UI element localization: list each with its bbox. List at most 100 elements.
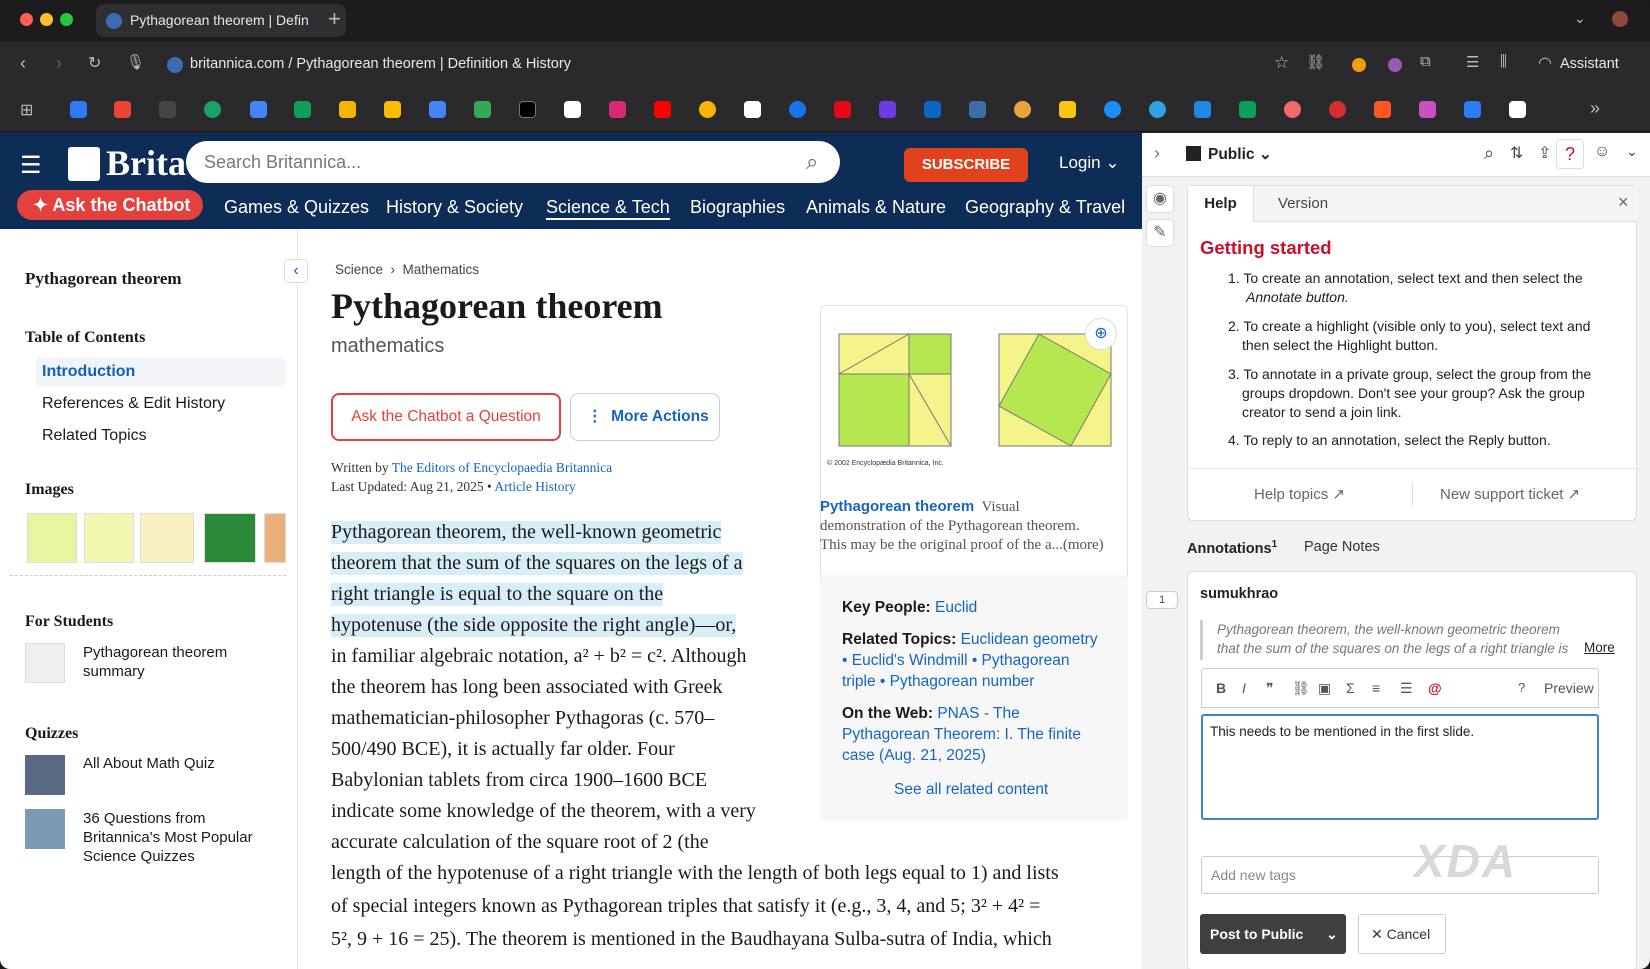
close-window-button[interactable] xyxy=(20,13,33,26)
zoom-window-button[interactable] xyxy=(60,13,73,26)
nav-history-society[interactable]: History & Society xyxy=(386,197,523,218)
student-item[interactable]: Pythagorean theorem summary xyxy=(83,643,263,681)
bookmark-icon[interactable] xyxy=(744,101,761,118)
key-people-link[interactable]: Euclid xyxy=(935,599,977,616)
bookmark-icon[interactable] xyxy=(789,101,806,118)
italic-icon[interactable]: I xyxy=(1242,680,1246,696)
more-bookmarks-icon[interactable]: » xyxy=(1590,98,1600,119)
back-icon[interactable]: ‹ xyxy=(20,53,26,74)
toc-item-introduction[interactable]: Introduction xyxy=(42,363,135,381)
nav-animals-nature[interactable]: Animals & Nature xyxy=(806,197,946,218)
post-to-public-button[interactable]: Post to Public ⌄ xyxy=(1200,914,1346,954)
preview-button[interactable]: Preview xyxy=(1544,680,1594,696)
quiz-thumbnail[interactable] xyxy=(25,809,65,849)
site-logo[interactable]: Brita xyxy=(106,142,186,184)
bookmark-icon[interactable] xyxy=(204,101,221,118)
bookmark-icon[interactable] xyxy=(114,101,131,118)
bookmark-icon[interactable] xyxy=(519,101,536,118)
bookmark-icon[interactable] xyxy=(384,101,401,118)
close-icon[interactable]: × xyxy=(1618,192,1629,213)
bookmark-icon[interactable] xyxy=(1014,101,1031,118)
annotation-count-badge[interactable]: 1 xyxy=(1146,591,1178,609)
menu-icon[interactable]: ☰ xyxy=(20,151,42,180)
bookmark-icon[interactable] xyxy=(70,101,87,118)
sort-icon[interactable]: ⇅ xyxy=(1510,143,1523,163)
quiz-thumbnail[interactable] xyxy=(25,755,65,795)
numbered-list-icon[interactable]: ≡ xyxy=(1372,680,1380,696)
annotation-user[interactable]: sumukhrao xyxy=(1200,586,1278,602)
nav-geography-travel[interactable]: Geography & Travel xyxy=(965,197,1125,218)
bookmark-icon[interactable] xyxy=(474,101,491,118)
bookmark-icon[interactable] xyxy=(429,101,446,118)
tab-version[interactable]: Version xyxy=(1278,195,1328,212)
chevron-down-icon[interactable]: ⌄ xyxy=(1326,914,1338,954)
link-icon[interactable]: ⛓ xyxy=(1306,53,1325,71)
link-icon[interactable]: ⛓ xyxy=(1292,680,1310,697)
help-topics-link[interactable]: Help topics ↗ xyxy=(1254,485,1345,503)
new-tab-icon[interactable]: + xyxy=(328,6,341,32)
collapse-sidebar-icon[interactable]: ‹ xyxy=(284,259,308,283)
bookmark-icon[interactable] xyxy=(969,101,986,118)
markdown-help-icon[interactable]: ? xyxy=(1518,680,1525,695)
bullet-list-icon[interactable]: ☰ xyxy=(1400,680,1413,697)
user-icon[interactable]: ☺ xyxy=(1594,143,1610,161)
bookmark-icon[interactable] xyxy=(1149,101,1166,118)
bookmark-icon[interactable] xyxy=(924,101,941,118)
breadcrumb-science[interactable]: Science xyxy=(335,262,383,277)
quiz-item[interactable]: All About Math Quiz xyxy=(83,755,215,772)
image-thumbnail[interactable] xyxy=(140,513,194,563)
cancel-button[interactable]: ✕ Cancel xyxy=(1358,914,1446,954)
bookmark-icon[interactable] xyxy=(564,101,581,118)
search-input[interactable]: Search Britannica... xyxy=(186,141,840,183)
breadcrumb-mathematics[interactable]: Mathematics xyxy=(403,262,480,277)
profile-avatar[interactable] xyxy=(1612,11,1628,27)
more-link[interactable]: More xyxy=(1584,640,1615,655)
toc-item-references[interactable]: References & Edit History xyxy=(42,395,225,413)
search-icon[interactable]: ⌕ xyxy=(806,149,818,175)
related-topic-link[interactable]: • Euclid's Windmill • Pythagorean xyxy=(842,652,1069,670)
britannica-logo-icon[interactable] xyxy=(68,147,100,181)
login-button[interactable]: Login ⌄ xyxy=(1059,153,1120,173)
bookmark-icon[interactable] xyxy=(1464,101,1481,118)
tags-input[interactable]: Add new tags xyxy=(1201,856,1599,894)
group-selector[interactable]: Public ⌄ xyxy=(1208,145,1272,164)
image-thumbnail[interactable] xyxy=(27,513,77,563)
web-link[interactable]: Pythagorean Theorem: I. The finite xyxy=(842,726,1081,744)
student-thumbnail[interactable] xyxy=(25,643,65,683)
bookmark-icon[interactable] xyxy=(1194,101,1211,118)
article-history-link[interactable]: Article History xyxy=(494,479,575,494)
assistant-icon[interactable]: ◠ xyxy=(1538,53,1552,73)
browser-tab[interactable]: Pythagorean theorem | Defin xyxy=(96,4,346,37)
bookmark-icon[interactable] xyxy=(250,101,267,118)
share-icon[interactable]: ⇪ xyxy=(1538,143,1551,163)
pythagorean-proof-illustration[interactable] xyxy=(821,312,1127,482)
search-icon[interactable]: ⌕ xyxy=(1484,143,1494,164)
bookmark-icon[interactable] xyxy=(1239,101,1256,118)
minimize-window-button[interactable] xyxy=(40,13,53,26)
address-bar[interactable]: britannica.com / Pythagorean theorem | D… xyxy=(190,56,571,72)
image-thumbnail[interactable] xyxy=(204,513,256,563)
web-link[interactable]: case (Aug. 21, 2025) xyxy=(842,747,986,765)
audio-icon[interactable]: ⫼ xyxy=(1500,53,1507,70)
nav-science-tech[interactable]: Science & Tech xyxy=(546,197,670,220)
star-icon[interactable]: ☆ xyxy=(1274,53,1289,73)
bookmark-icon[interactable] xyxy=(699,101,716,118)
toc-item-related-topics[interactable]: Related Topics xyxy=(42,427,147,445)
bookmark-icon[interactable] xyxy=(609,101,626,118)
bookmark-icon[interactable] xyxy=(654,101,671,118)
forward-icon[interactable]: › xyxy=(56,53,62,74)
eye-icon[interactable]: ◉ xyxy=(1146,185,1174,213)
quote-icon[interactable]: ❞ xyxy=(1266,680,1274,697)
bookmark-icon[interactable] xyxy=(1509,101,1526,118)
bookmark-icon[interactable] xyxy=(1059,101,1076,118)
ask-chatbot-button[interactable]: ✦ Ask the Chatbot xyxy=(17,190,203,220)
bookmark-icon[interactable] xyxy=(1104,101,1121,118)
apps-grid-icon[interactable]: ⊞ xyxy=(20,100,33,120)
bookmark-icon[interactable] xyxy=(1284,101,1301,118)
bookmark-icon[interactable] xyxy=(1419,101,1436,118)
bookmark-icon[interactable] xyxy=(159,101,176,118)
microphone-icon[interactable]: 🎙 xyxy=(126,53,145,71)
related-topic-link[interactable]: triple • Pythagorean number xyxy=(842,673,1034,691)
extension-icon[interactable] xyxy=(1388,58,1402,72)
tab-help[interactable]: Help xyxy=(1188,186,1254,222)
